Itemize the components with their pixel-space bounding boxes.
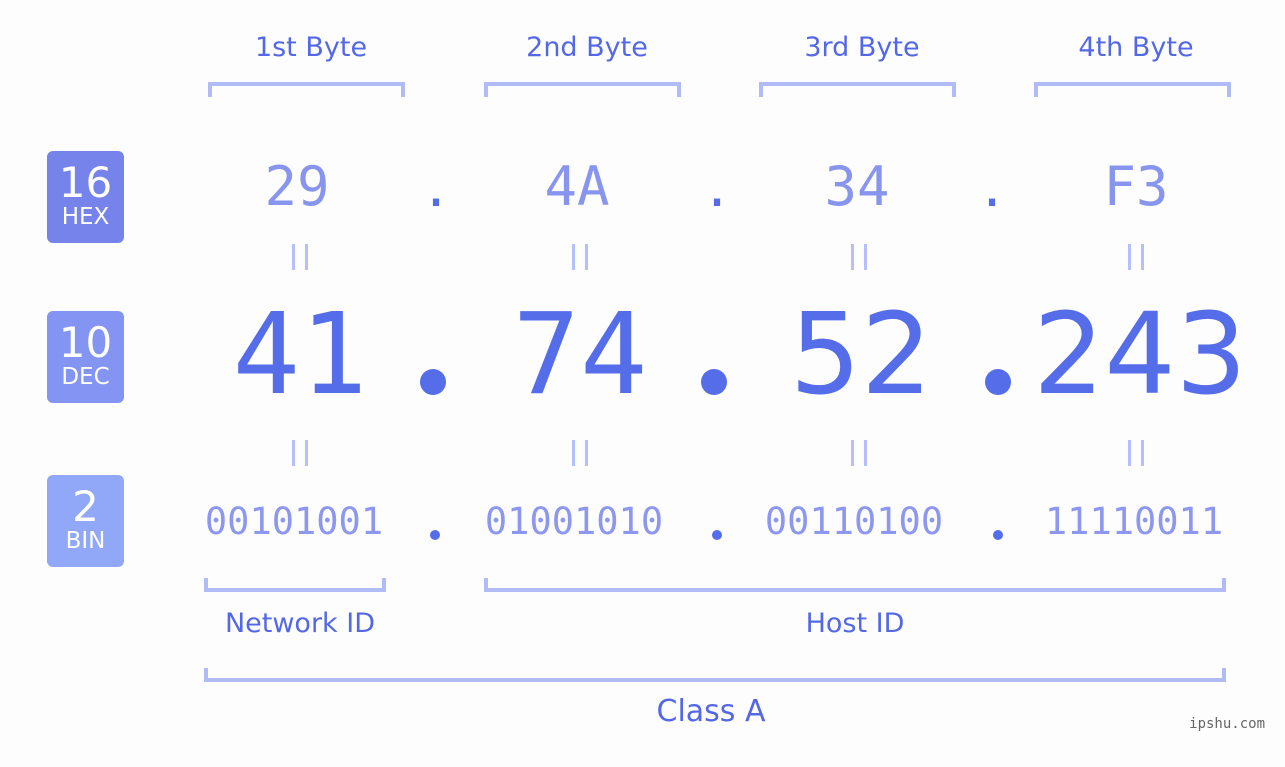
bin-separator-dot <box>993 530 1003 540</box>
byte-label-1: 1st Byte <box>254 32 368 63</box>
bin-badge-label: BIN <box>65 528 106 554</box>
dec-byte-1: 41 <box>232 290 368 420</box>
hex-separator: . <box>701 160 733 218</box>
hex-byte-2: 4A <box>544 155 610 218</box>
bin-byte-1: 00101001 <box>204 500 384 543</box>
hex-badge-label: HEX <box>61 204 110 230</box>
host-id-bracket <box>484 578 1226 592</box>
dec-byte-4: 243 <box>1033 290 1247 420</box>
bin-badge-base: 2 <box>72 482 99 531</box>
dec-separator-dot <box>701 369 727 395</box>
host-id-label: Host ID <box>805 608 905 639</box>
equals-sign <box>560 436 600 476</box>
byte-bracket-3 <box>759 82 956 97</box>
equals-sign <box>1116 240 1156 280</box>
equals-sign <box>560 240 600 280</box>
byte-label-3: 3rd Byte <box>804 32 920 63</box>
dec-separator-dot <box>985 369 1011 395</box>
network-id-bracket <box>204 578 386 592</box>
hex-byte-1: 29 <box>264 155 330 218</box>
bin-badge: 2 BIN <box>47 475 124 567</box>
equals-sign <box>280 436 320 476</box>
network-id-label: Network ID <box>224 608 376 639</box>
dec-separator-dot <box>420 369 446 395</box>
equals-sign <box>280 240 320 280</box>
bin-byte-2: 01001010 <box>484 500 664 543</box>
hex-byte-4: F3 <box>1103 155 1169 218</box>
byte-label-4: 4th Byte <box>1078 32 1194 63</box>
dec-badge: 10 DEC <box>47 311 124 403</box>
byte-bracket-2 <box>484 82 681 97</box>
hex-separator: . <box>420 160 452 218</box>
watermark: ipshu.com <box>1189 716 1265 732</box>
equals-sign <box>839 436 879 476</box>
hex-badge-base: 16 <box>58 158 113 207</box>
class-label: Class A <box>656 694 766 729</box>
dec-badge-base: 10 <box>58 318 113 367</box>
bin-byte-3: 00110100 <box>764 500 944 543</box>
bin-separator-dot <box>712 530 722 540</box>
dec-byte-2: 74 <box>512 290 648 420</box>
hex-separator: . <box>976 160 1008 218</box>
class-bracket <box>204 668 1226 682</box>
hex-badge: 16 HEX <box>47 151 124 243</box>
byte-label-2: 2nd Byte <box>526 32 648 63</box>
bin-separator-dot <box>430 530 440 540</box>
hex-byte-3: 34 <box>824 155 890 218</box>
dec-badge-label: DEC <box>61 364 110 390</box>
dec-byte-3: 52 <box>789 290 933 420</box>
equals-sign <box>839 240 879 280</box>
byte-bracket-4 <box>1034 82 1231 97</box>
bin-byte-4: 11110011 <box>1044 500 1224 543</box>
byte-bracket-1 <box>208 82 405 97</box>
equals-sign <box>1116 436 1156 476</box>
